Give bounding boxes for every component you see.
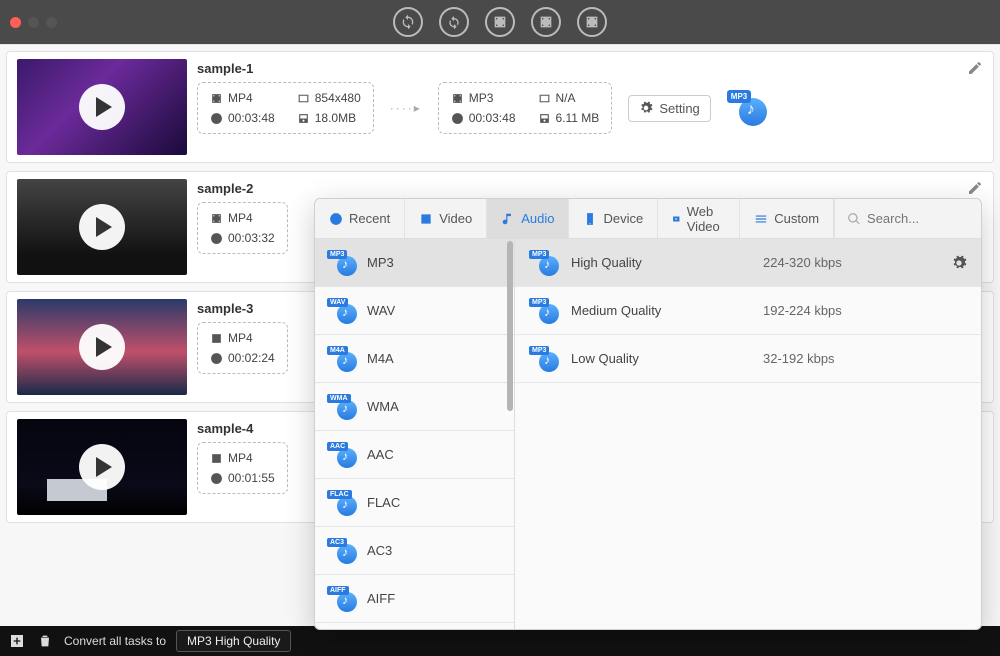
play-icon[interactable]: [79, 324, 125, 370]
target-format-badge[interactable]: MP3: [727, 90, 767, 126]
sync-icon[interactable]: [393, 7, 423, 37]
video-thumbnail[interactable]: [17, 59, 187, 155]
film-gear-icon[interactable]: [577, 7, 607, 37]
play-icon[interactable]: [79, 204, 125, 250]
titlebar: [0, 0, 1000, 44]
clock-icon: [210, 112, 223, 125]
minimize-window-icon[interactable]: [28, 17, 39, 28]
clock-icon: [210, 352, 223, 365]
film-icon: [210, 452, 223, 465]
format-item[interactable]: AACAAC: [315, 431, 514, 479]
clock-icon: [451, 112, 464, 125]
gear-icon: [639, 101, 653, 115]
edit-icon[interactable]: [967, 60, 983, 79]
top-toolbar: [393, 7, 607, 37]
film-icon: [210, 92, 223, 105]
format-item[interactable]: AC3AC3: [315, 527, 514, 575]
setting-button[interactable]: Setting: [628, 95, 710, 122]
format-search[interactable]: [835, 199, 982, 238]
quality-item[interactable]: MP3 Medium Quality 192-224 kbps: [515, 287, 981, 335]
arrow-icon: ····▸: [390, 101, 422, 115]
format-item[interactable]: M4BM4B: [315, 623, 514, 629]
tab-webvideo[interactable]: Web Video: [658, 199, 740, 238]
bottombar: Convert all tasks to MP3 High Quality: [0, 626, 1000, 656]
quality-item[interactable]: MP3 High Quality 224-320 kbps: [515, 239, 981, 287]
gear-icon[interactable]: [951, 255, 967, 271]
task-title: sample-2: [197, 181, 983, 196]
play-icon[interactable]: [79, 84, 125, 130]
edit-icon[interactable]: [967, 180, 983, 199]
tab-custom[interactable]: Custom: [740, 199, 834, 238]
tab-audio[interactable]: Audio: [487, 199, 569, 238]
film-plus-icon[interactable]: [531, 7, 561, 37]
tab-device[interactable]: Device: [569, 199, 658, 238]
resolution-icon: [538, 92, 551, 105]
format-item[interactable]: WAVWAV: [315, 287, 514, 335]
film-add-icon[interactable]: [485, 7, 515, 37]
task-title: sample-1: [197, 61, 983, 76]
sync-alt-icon[interactable]: [439, 7, 469, 37]
format-item[interactable]: MP3MP3: [315, 239, 514, 287]
play-icon[interactable]: [79, 444, 125, 490]
source-info-box: MP4 854x480 00:03:48 18.0MB: [197, 82, 374, 134]
film-icon: [210, 212, 223, 225]
delete-task-icon[interactable]: [36, 632, 54, 650]
video-thumbnail[interactable]: [17, 419, 187, 515]
quality-list[interactable]: MP3 High Quality 224-320 kbps MP3 Medium…: [515, 239, 981, 629]
source-info-box: MP4 00:02:24: [197, 322, 288, 374]
video-thumbnail[interactable]: [17, 179, 187, 275]
tab-video[interactable]: Video: [405, 199, 487, 238]
mp3-icon: MP3: [529, 250, 559, 276]
clock-icon: [210, 472, 223, 485]
format-item[interactable]: WMAWMA: [315, 383, 514, 431]
zoom-window-icon[interactable]: [46, 17, 57, 28]
source-info-box: MP4 00:03:32: [197, 202, 288, 254]
video-thumbnail[interactable]: [17, 299, 187, 395]
convert-all-label: Convert all tasks to: [64, 634, 166, 648]
search-input[interactable]: [867, 211, 967, 226]
close-window-icon[interactable]: [10, 17, 21, 28]
mp3-icon: MP3: [529, 346, 559, 372]
search-icon: [847, 212, 861, 226]
format-picker-popover: Recent Video Audio Device Web Video Cust…: [314, 198, 982, 630]
format-item[interactable]: FLACFLAC: [315, 479, 514, 527]
window-controls: [0, 17, 57, 28]
target-info-box: MP3 N/A 00:03:48 6.11 MB: [438, 82, 613, 134]
task-row[interactable]: sample-1 MP4 854x480 00:03:48 18.0MB ···…: [6, 51, 994, 163]
film-icon: [210, 332, 223, 345]
mp3-icon: MP3: [529, 298, 559, 324]
tab-recent[interactable]: Recent: [315, 199, 405, 238]
resolution-icon: [297, 92, 310, 105]
add-task-icon[interactable]: [8, 632, 26, 650]
quality-item[interactable]: MP3 Low Quality 32-192 kbps: [515, 335, 981, 383]
format-item[interactable]: M4AM4A: [315, 335, 514, 383]
format-item[interactable]: AIFFAIFF: [315, 575, 514, 623]
disk-icon: [297, 112, 310, 125]
format-list[interactable]: MP3MP3 WAVWAV M4AM4A WMAWMA AACAAC FLACF…: [315, 239, 515, 629]
film-icon: [451, 92, 464, 105]
source-info-box: MP4 00:01:55: [197, 442, 288, 494]
disk-icon: [538, 112, 551, 125]
format-tabs: Recent Video Audio Device Web Video Cust…: [315, 199, 981, 239]
convert-preset-select[interactable]: MP3 High Quality: [176, 630, 291, 652]
clock-icon: [210, 232, 223, 245]
